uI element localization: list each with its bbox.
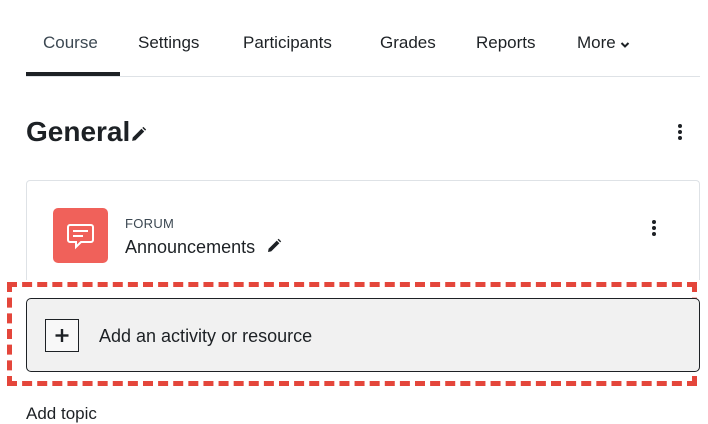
activity-name-link[interactable]: Announcements	[125, 237, 282, 259]
tab-reports[interactable]: Reports	[476, 33, 536, 53]
section-actions-menu-icon[interactable]	[672, 122, 688, 142]
tab-participants[interactable]: Participants	[243, 33, 332, 53]
tab-settings[interactable]: Settings	[138, 33, 199, 53]
tab-grades[interactable]: Grades	[380, 33, 436, 53]
section-title-text: General	[26, 116, 131, 147]
plus-icon	[45, 319, 79, 352]
activity-type: FORUM	[125, 216, 175, 231]
add-activity-button[interactable]: Add an activity or resource	[26, 298, 700, 372]
tab-course[interactable]: Course	[43, 33, 98, 53]
active-tab-indicator	[26, 72, 120, 76]
edit-pencil-icon[interactable]	[130, 118, 147, 150]
course-nav-tabs: Course Settings Participants Grades Repo…	[26, 0, 700, 77]
forum-icon	[53, 208, 108, 263]
tab-more[interactable]: More	[577, 33, 630, 54]
chevron-down-icon	[620, 34, 630, 54]
section-title: General	[26, 116, 147, 150]
activity-item: FORUM Announcements	[26, 180, 700, 280]
edit-pencil-icon[interactable]	[266, 238, 282, 259]
tab-more-label: More	[577, 33, 616, 52]
add-topic-link[interactable]: Add topic	[26, 404, 97, 424]
add-activity-label: Add an activity or resource	[99, 326, 313, 346]
activity-actions-menu-icon[interactable]	[646, 218, 662, 238]
activity-name: Announcements	[125, 237, 256, 257]
